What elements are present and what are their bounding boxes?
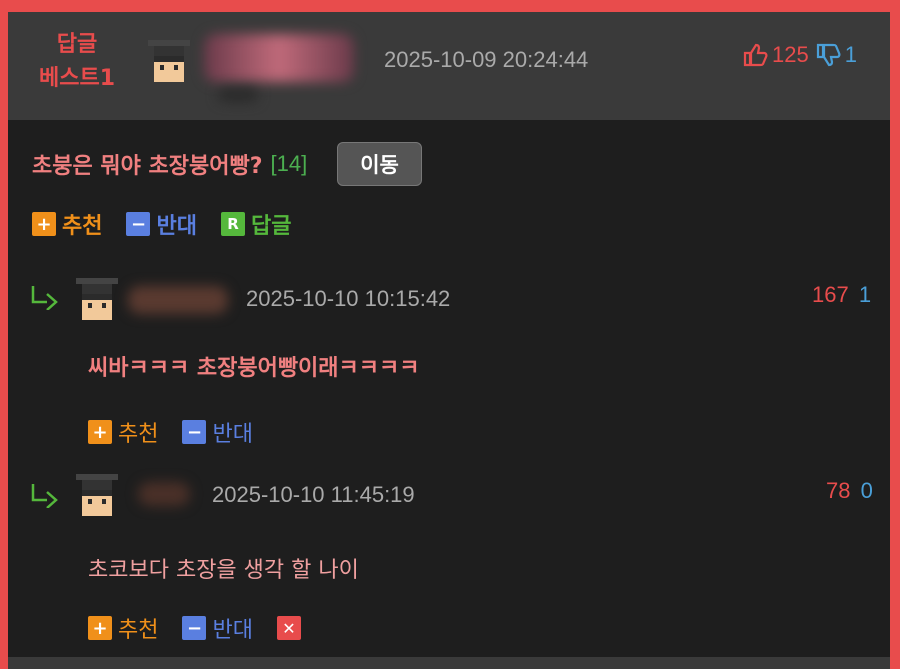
user-avatar[interactable] (146, 38, 192, 84)
plus-icon: + (88, 420, 112, 444)
post-date: 2025-10-09 20:24:44 (384, 47, 589, 72)
oppose-button[interactable]: − 반대 (182, 612, 253, 644)
reply-action-row: + 추천 − 반대 ✕ (88, 612, 331, 644)
reply-action-row: + 추천 − 반대 (88, 416, 277, 448)
reply-icon: R (220, 212, 245, 236)
recommend-button[interactable]: + 추천 (88, 416, 158, 448)
minus-icon: − (182, 420, 207, 444)
reply-button[interactable]: R 답글 (220, 208, 292, 240)
recommend-label: 추천 (118, 618, 159, 643)
minus-icon: − (182, 616, 207, 640)
minus-icon: − (126, 212, 151, 236)
badge-line-1: 답글 (56, 32, 98, 57)
username-blurred-shadow (218, 88, 258, 102)
down-count: 0 (860, 478, 873, 503)
thumbs-up-icon[interactable] (742, 42, 768, 68)
reply-label: 답글 (250, 214, 292, 239)
best-reply-badge: 답글 베스트1 (30, 28, 124, 96)
comment-panel: 답글 베스트1 2025-10-09 20:24:44 125 1 초붕은 뭐야… (8, 12, 890, 669)
down-count: 1 (844, 42, 857, 67)
reply-arrow-icon (31, 286, 58, 310)
delete-button[interactable]: ✕ (276, 616, 307, 640)
move-button[interactable]: 이동 (337, 142, 422, 186)
down-count: 1 (858, 282, 872, 307)
up-count: 78 (826, 478, 851, 503)
oppose-label: 반대 (212, 422, 253, 447)
thumbs-down-icon[interactable] (815, 42, 841, 68)
recommend-button[interactable]: + 추천 (88, 612, 158, 644)
reply-votes: 167 1 (812, 282, 871, 308)
next-comment-edge (8, 657, 890, 669)
vote-summary: 125 1 (742, 42, 857, 68)
reply-text: 초코보다 초장을 생각 할 나이 (88, 558, 359, 583)
reply-text: 씨바ㅋㅋㅋ 초장붕어빵이래ㅋㅋㅋㅋ (88, 356, 420, 381)
best-reply-header: 답글 베스트1 2025-10-09 20:24:44 125 1 (8, 12, 890, 120)
reply-arrow-icon (31, 484, 58, 508)
reply-votes: 78 0 (826, 478, 873, 504)
reply-date: 2025-10-10 10:15:42 (246, 286, 451, 311)
delete-icon: ✕ (276, 616, 301, 640)
recommend-button[interactable]: + 추천 (32, 208, 102, 240)
user-avatar[interactable] (74, 276, 120, 322)
post-title-row: 초붕은 뭐야 초장붕어빵? [14] 이동 (32, 142, 422, 186)
recommend-label: 추천 (118, 422, 159, 447)
plus-icon: + (32, 212, 56, 236)
oppose-button[interactable]: − 반대 (126, 208, 197, 240)
username-blurred[interactable] (128, 286, 228, 314)
user-avatar[interactable] (74, 472, 120, 518)
up-count: 125 (772, 42, 809, 67)
reply-date: 2025-10-10 11:45:19 (212, 482, 415, 507)
up-count: 167 (812, 282, 849, 307)
post-title[interactable]: 초붕은 뭐야 초장붕어빵? (32, 148, 262, 180)
recommend-label: 추천 (62, 214, 103, 239)
badge-line-2: 베스트1 (38, 66, 116, 91)
username-blurred[interactable] (204, 34, 354, 82)
plus-icon: + (88, 616, 112, 640)
oppose-label: 반대 (212, 618, 253, 643)
oppose-label: 반대 (156, 214, 197, 239)
comment-count: [14] (270, 151, 308, 176)
main-action-row: + 추천 − 반대 R 답글 (32, 208, 315, 240)
username-blurred[interactable] (138, 482, 190, 506)
oppose-button[interactable]: − 반대 (182, 416, 253, 448)
